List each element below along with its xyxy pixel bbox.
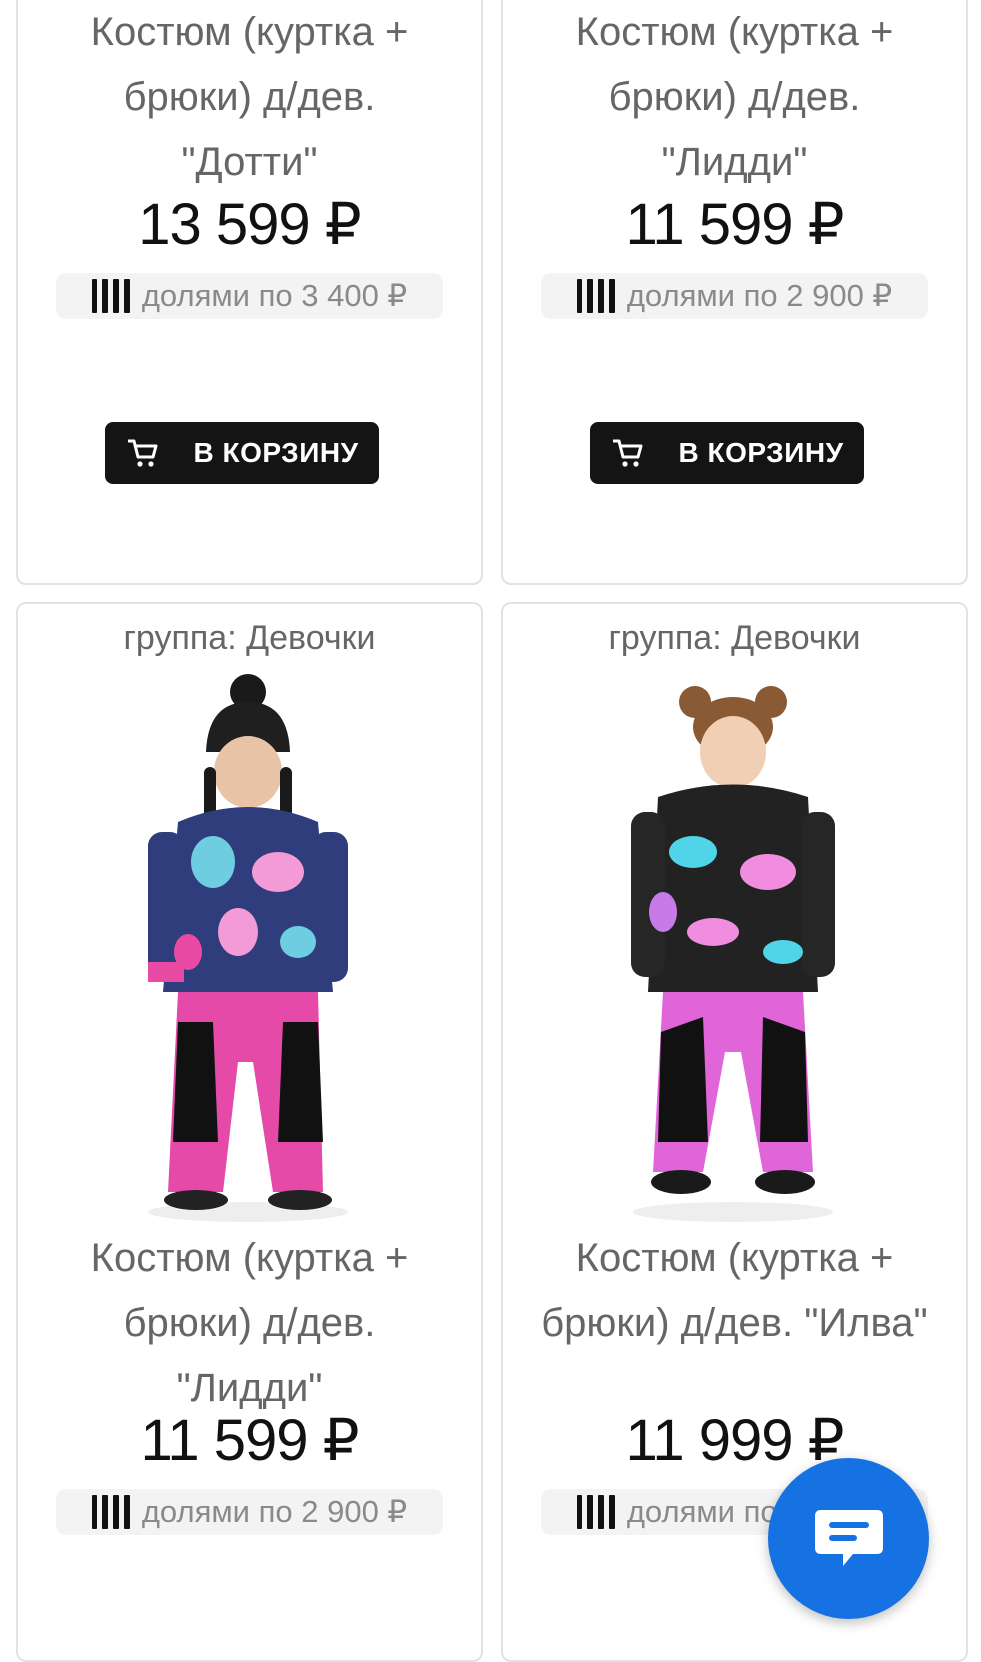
installments-badge[interactable]: долями по 3 400 ₽ [56, 273, 443, 319]
add-to-cart-label: В КОРЗИНУ [193, 437, 359, 468]
installments-badge[interactable]: долями по 2 900 ₽ [541, 273, 928, 319]
product-price: 11 599 ₽ [140, 1408, 359, 1473]
product-image[interactable] [118, 672, 378, 1232]
product-title[interactable]: Костюм (куртка + брюки) д/дев. "Дотти" [18, 0, 481, 195]
shopping-cart-icon [612, 439, 642, 467]
shopping-cart-icon [127, 439, 157, 467]
product-price: 11 999 ₽ [625, 1408, 844, 1473]
installments-badge[interactable]: долями по 2 900 ₽ [56, 1489, 443, 1535]
installment-bars-icon [576, 1495, 615, 1529]
installment-bars-icon [91, 279, 130, 313]
installments-text: долями по 2 900 ₽ [626, 278, 893, 313]
add-to-cart-button[interactable]: В КОРЗИНУ [105, 422, 379, 484]
installment-bars-icon [91, 1495, 130, 1529]
installment-bars-icon [576, 279, 615, 313]
add-to-cart-button[interactable]: В КОРЗИНУ [590, 422, 864, 484]
installments-text: долями по 3 400 ₽ [141, 278, 408, 313]
product-card-dotti[interactable]: Костюм (куртка + брюки) д/дев. "Дотти" 1… [16, 0, 483, 585]
product-title[interactable]: Костюм (куртка + брюки) д/дев. "Лидди" [503, 0, 966, 195]
add-to-cart-label: В КОРЗИНУ [678, 437, 844, 468]
product-price: 13 599 ₽ [138, 192, 361, 257]
product-title[interactable]: Костюм (куртка + брюки) д/дев. "Лидди" [18, 1226, 481, 1421]
product-card-liddi-2[interactable]: группа: Девочки Костюм (куртка + брюки) … [16, 602, 483, 1662]
group-label: группа: Девочки [123, 619, 376, 657]
chat-bubble-icon [814, 1509, 883, 1566]
installments-text: долями по 2 900 ₽ [141, 1494, 408, 1529]
product-card-liddi[interactable]: Костюм (куртка + брюки) д/дев. "Лидди" 1… [501, 0, 968, 585]
group-label: группа: Девочки [608, 619, 861, 657]
chat-button[interactable] [768, 1458, 929, 1619]
product-price: 11 599 ₽ [625, 192, 844, 257]
product-title[interactable]: Костюм (куртка + брюки) д/дев. "Илва" [503, 1226, 966, 1356]
product-image[interactable] [603, 672, 863, 1232]
